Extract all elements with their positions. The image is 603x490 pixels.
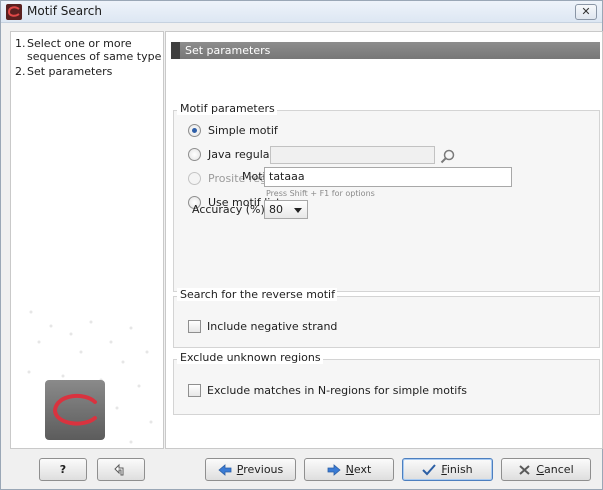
checkmark-icon (422, 463, 437, 475)
motif-search-app-icon (6, 4, 22, 20)
parameters-panel: Set parameters Motif parameters Simple m… (165, 31, 603, 449)
help-button[interactable]: ? (39, 458, 87, 481)
motif-list-field (270, 146, 435, 164)
window-title: Motif Search (27, 4, 102, 18)
group-title: Exclude unknown regions (177, 351, 323, 364)
checkbox-label: Exclude matches in N-regions for simple … (207, 384, 467, 397)
checkbox-label: Include negative strand (207, 320, 338, 333)
accuracy-select[interactable]: 80 (264, 200, 308, 219)
next-button[interactable]: Next (304, 458, 394, 481)
arrow-right-icon (327, 463, 341, 476)
cross-icon (519, 464, 531, 475)
step-select-sequences[interactable]: 1. Select one or more sequences of same … (11, 37, 163, 63)
reverse-motif-group: Search for the reverse motif Include neg… (173, 288, 600, 348)
close-button[interactable]: ✕ (575, 4, 597, 20)
wizard-steps-panel: 1. Select one or more sequences of same … (10, 31, 164, 449)
previous-button[interactable]: Previous (205, 458, 296, 481)
step-set-parameters[interactable]: 2. Set parameters (11, 65, 163, 78)
section-header: Set parameters (171, 42, 600, 59)
reset-button[interactable] (97, 458, 145, 481)
step-number: 2. (15, 65, 26, 78)
accuracy-value: 80 (269, 203, 283, 216)
finish-button[interactable]: Finish (402, 458, 493, 481)
browse-folder-icon[interactable] (439, 147, 457, 165)
step-label-line: Select one or more (27, 37, 132, 50)
cancel-button[interactable]: Cancel (501, 458, 591, 481)
exclude-n-regions-checkbox[interactable] (188, 384, 201, 397)
step-label-line: sequences of same type (27, 50, 162, 63)
next-label: Next (345, 463, 372, 476)
radio-button[interactable] (188, 148, 201, 161)
motif-parameters-group: Motif parameters Simple motif Java regul… (173, 102, 600, 292)
section-title: Set parameters (185, 44, 271, 57)
motif-hint: Press Shift + F1 for options (266, 189, 375, 198)
accuracy-label: Accuracy (%): (192, 203, 269, 216)
radio-label: Simple motif (208, 124, 278, 137)
title-bar: Motif Search ✕ (1, 1, 602, 23)
group-title: Motif parameters (177, 102, 277, 115)
motif-input[interactable]: tataaa (264, 167, 512, 187)
previous-label: Previous (236, 463, 284, 476)
group-title: Search for the reverse motif (177, 288, 337, 301)
step-number: 1. (15, 37, 26, 50)
arrow-left-icon (218, 463, 232, 476)
help-label: ? (59, 463, 67, 476)
include-negative-strand-checkbox[interactable] (188, 320, 201, 333)
motif-search-dialog: Motif Search ✕ 1. Select one or more seq… (0, 0, 603, 490)
radio-button[interactable] (188, 124, 201, 137)
company-logo-tile (45, 380, 105, 440)
chevron-down-icon (294, 208, 302, 213)
exclude-unknown-regions-group: Exclude unknown regions Exclude matches … (173, 351, 600, 415)
cancel-label: Cancel (536, 463, 574, 476)
radio-button (188, 172, 201, 185)
step-label: Set parameters (27, 65, 113, 78)
reset-arrow-icon (114, 463, 124, 475)
finish-label: Finish (441, 463, 473, 476)
